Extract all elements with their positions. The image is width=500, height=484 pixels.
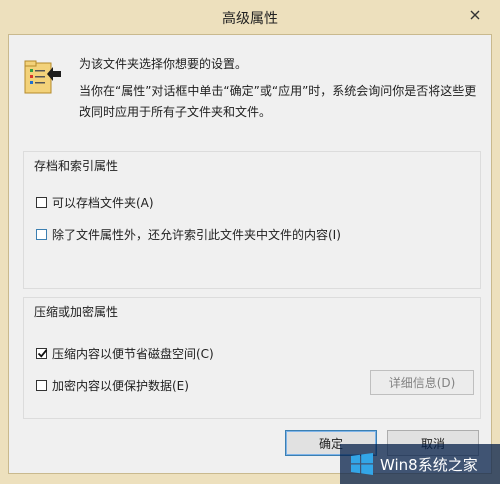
index-checkbox[interactable] — [36, 229, 47, 240]
intro-text: 为该文件夹选择你想要的设置。 — [79, 57, 248, 71]
compress-checkbox[interactable] — [36, 348, 48, 359]
compress-option[interactable]: 压缩内容以便节省磁盘空间(C) — [36, 345, 214, 362]
watermark-logo: Win8系统之家 — [340, 444, 500, 484]
archive-group-title: 存档和索引属性 — [34, 159, 119, 173]
compress-encrypt-group: 压缩或加密属性 压缩内容以便节省磁盘空间(C) 加密内容以便保护数据(E) 详细… — [23, 297, 481, 419]
intro-description: 当你在“属性”对话框中单击“确定”或“应用”时，系统会询问你是否将这些更改同时应… — [79, 84, 477, 119]
archive-index-group: 存档和索引属性 可以存档文件夹(A) 除了文件属性外，还允许索引此文件夹中文件的… — [23, 151, 481, 289]
archive-checkbox-label: 可以存档文件夹(A) — [52, 196, 154, 210]
archive-option[interactable]: 可以存档文件夹(A) — [36, 194, 154, 211]
encrypt-checkbox-label: 加密内容以便保护数据(E) — [52, 379, 189, 393]
folder-properties-icon — [24, 60, 61, 94]
close-icon — [470, 10, 480, 20]
dialog-body: 为该文件夹选择你想要的设置。 当你在“属性”对话框中单击“确定”或“应用”时，系… — [8, 34, 492, 474]
dialog-title: 高级属性 — [222, 11, 278, 27]
windows-logo-icon — [351, 453, 373, 475]
checkmark-icon — [37, 349, 48, 358]
encrypt-checkbox[interactable] — [36, 380, 47, 391]
compress-group-title: 压缩或加密属性 — [34, 305, 119, 319]
encrypt-option[interactable]: 加密内容以便保护数据(E) — [36, 377, 189, 394]
title-bar: 高级属性 — [0, 0, 500, 34]
details-button[interactable]: 详细信息(D) — [370, 370, 474, 395]
index-checkbox-label: 除了文件属性外，还允许索引此文件夹中文件的内容(I) — [52, 228, 341, 242]
close-button[interactable] — [462, 4, 488, 26]
watermark-text: Win8系统之家 — [380, 455, 478, 474]
compress-checkbox-label: 压缩内容以便节省磁盘空间(C) — [52, 347, 214, 361]
archive-checkbox[interactable] — [36, 197, 47, 208]
index-option[interactable]: 除了文件属性外，还允许索引此文件夹中文件的内容(I) — [36, 226, 341, 243]
